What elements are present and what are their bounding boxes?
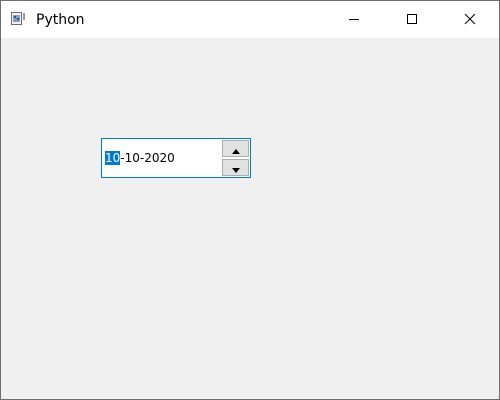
close-icon xyxy=(464,10,476,29)
date-day-section[interactable]: 10 xyxy=(105,151,121,165)
maximize-icon xyxy=(406,10,418,29)
arrow-down-icon xyxy=(231,158,240,177)
close-button[interactable] xyxy=(441,1,499,38)
date-edit[interactable]: 10-10-2020 xyxy=(101,138,251,178)
python-app-icon[interactable] xyxy=(11,12,27,28)
minimize-icon xyxy=(348,10,360,29)
spin-down-button[interactable] xyxy=(222,159,249,176)
arrow-up-icon xyxy=(231,139,240,158)
minimize-button[interactable] xyxy=(325,1,383,38)
date-value[interactable]: 10-10-2020 xyxy=(105,150,175,166)
title-bar[interactable]: Python xyxy=(1,1,499,38)
app-window: Python 10-10-2020 xyxy=(0,0,500,400)
spin-buttons xyxy=(222,140,249,176)
spin-up-button[interactable] xyxy=(222,140,249,157)
window-title: Python xyxy=(36,12,85,28)
client-area: 10-10-2020 xyxy=(1,38,499,399)
date-rest-section[interactable]: -10-2020 xyxy=(120,151,174,165)
maximize-button[interactable] xyxy=(383,1,441,38)
